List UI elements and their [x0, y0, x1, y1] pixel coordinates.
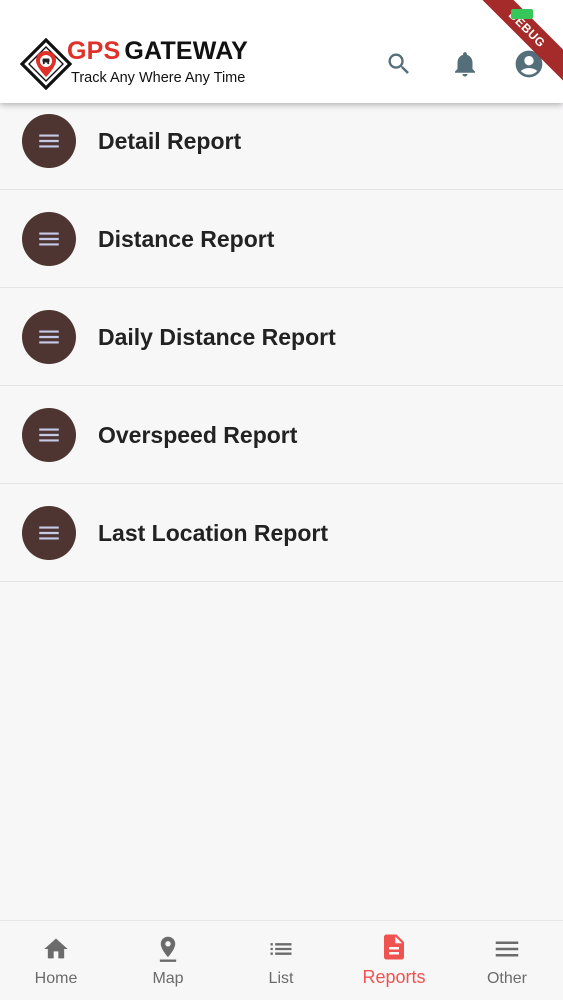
nav-item-other[interactable]: Other — [451, 921, 563, 1000]
nav-icon-wrap — [0, 935, 112, 963]
report-label: Distance Report — [98, 226, 275, 252]
menu-icon — [39, 526, 59, 540]
bell-icon — [455, 52, 475, 77]
nav-icon-wrap — [338, 933, 450, 961]
report-list: Detail Report Distance Report Daily Dist… — [0, 92, 563, 582]
search-button[interactable] — [381, 46, 417, 82]
logo-mark-icon — [20, 38, 72, 90]
nav-item-map[interactable]: Map — [112, 921, 224, 1000]
menu-icon — [39, 428, 59, 442]
nav-icon-wrap — [225, 935, 337, 963]
notifications-button[interactable] — [447, 46, 483, 82]
logo-title-gps: GPS — [67, 37, 121, 65]
report-item-daily-distance[interactable]: Daily Distance Report — [0, 288, 563, 386]
logo-tagline: Track Any Where Any Time — [71, 70, 246, 86]
report-label: Daily Distance Report — [98, 324, 336, 350]
app-bar: GPS GATEWAY Track Any Where Any Time DEBU… — [0, 0, 563, 103]
report-avatar — [22, 408, 76, 462]
nav-label: Map — [152, 970, 184, 987]
gps-gateway-logo: GPS GATEWAY Track Any Where Any Time — [20, 36, 260, 92]
app-root: GPS GATEWAY Track Any Where Any Time DEBU… — [0, 0, 563, 1000]
report-avatar — [22, 506, 76, 560]
nav-label: List — [268, 970, 294, 987]
report-item-detail[interactable]: Detail Report — [0, 92, 563, 190]
report-item-distance[interactable]: Distance Report — [0, 190, 563, 288]
menu-icon — [39, 330, 59, 344]
nav-label: Home — [34, 970, 78, 987]
battery-icon — [511, 9, 533, 19]
nav-item-home[interactable]: Home — [0, 921, 112, 1000]
home-icon — [44, 938, 68, 959]
nav-item-reports[interactable]: Reports — [338, 921, 450, 1000]
report-label: Last Location Report — [98, 520, 329, 546]
list-icon — [270, 943, 292, 955]
report-avatar — [22, 310, 76, 364]
menu-icon — [39, 134, 59, 148]
nav-icon-wrap — [451, 935, 563, 963]
report-avatar — [22, 212, 76, 266]
menu-icon — [39, 232, 59, 246]
search-icon — [388, 53, 409, 74]
nav-label: Other — [486, 970, 527, 987]
report-label: Overspeed Report — [98, 422, 298, 448]
logo-title-gateway: GATEWAY — [124, 37, 249, 65]
hamburger-icon — [495, 941, 519, 957]
document-icon — [384, 934, 404, 960]
logo-title: GPS GATEWAY — [67, 36, 248, 66]
nav-icon-wrap — [112, 935, 224, 963]
bottom-navigation: Home Map List Reports Other — [0, 920, 563, 1000]
nav-item-list[interactable]: List — [225, 921, 337, 1000]
nav-label: Reports — [362, 967, 426, 987]
report-label: Detail Report — [98, 128, 242, 154]
report-item-last-location[interactable]: Last Location Report — [0, 484, 563, 582]
report-item-overspeed[interactable]: Overspeed Report — [0, 386, 563, 484]
map-pin-icon — [159, 936, 177, 962]
report-avatar — [22, 114, 76, 168]
